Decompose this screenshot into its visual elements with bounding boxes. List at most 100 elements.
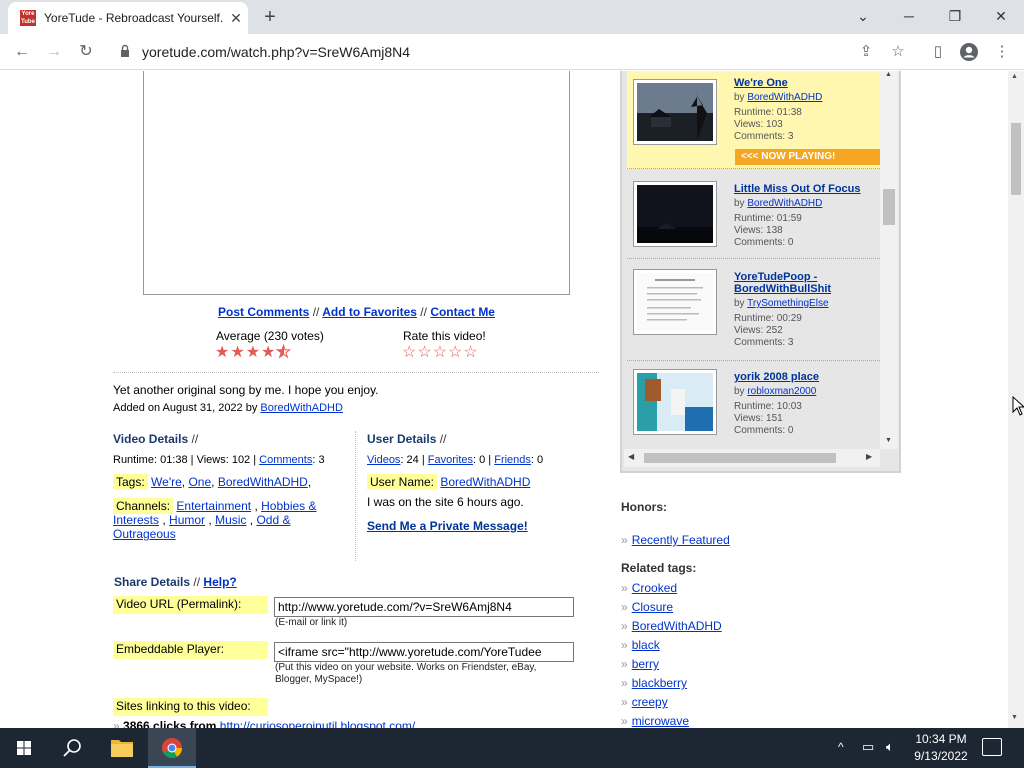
friends-link[interactable]: Friends xyxy=(494,454,531,466)
star-empty-icon[interactable]: ☆ xyxy=(463,344,478,361)
forward-arrow-icon[interactable]: → xyxy=(42,40,66,64)
close-window-button[interactable]: ✕ xyxy=(978,0,1024,32)
start-button[interactable] xyxy=(0,728,48,768)
tab-search-icon[interactable]: ⌄ xyxy=(840,0,886,32)
username-link[interactable]: BoredWithADHD xyxy=(440,475,530,489)
playlist-item[interactable]: We're One by BoredWithADHD Runtime: 01:3… xyxy=(627,71,882,169)
clock-date[interactable]: 9/13/2022 xyxy=(908,749,974,763)
related-tag-link[interactable]: microwave xyxy=(632,714,689,728)
page-scroll-thumb[interactable] xyxy=(1011,123,1021,195)
playlist-horizontal-scrollbar[interactable]: ◀ ▶ xyxy=(624,449,880,467)
star-empty-icon[interactable]: ☆ xyxy=(402,344,417,361)
playlist-title-link[interactable]: Little Miss Out Of Focus xyxy=(734,183,874,195)
site-favicon-icon: Yore Tube xyxy=(20,10,36,26)
embed-player-field[interactable]: <iframe src="http://www.yoretude.com/Yor… xyxy=(274,642,574,662)
related-tag-link[interactable]: black xyxy=(632,638,660,652)
video-thumbnail[interactable] xyxy=(633,79,717,145)
star-empty-icon[interactable]: ☆ xyxy=(417,344,432,361)
tag-link[interactable]: We're xyxy=(151,475,182,489)
channel-link[interactable]: Entertainment xyxy=(176,499,251,513)
playlist-item[interactable]: YoreTudePoop - BoredWithBullShit by TryS… xyxy=(627,261,880,361)
uploader-link[interactable]: BoredWithADHD xyxy=(260,402,343,414)
user-details-heading: User Details // xyxy=(367,432,446,446)
author-link[interactable]: robloxman2000 xyxy=(747,386,816,397)
playlist-scroll-thumb[interactable] xyxy=(883,189,895,225)
minimize-button[interactable]: ─ xyxy=(886,0,932,32)
video-url-field[interactable]: http://www.yoretude.com/?v=SreW6Amj8N4 xyxy=(274,597,574,617)
private-message-link[interactable]: Send Me a Private Message! xyxy=(367,519,528,533)
bullet-icon: » xyxy=(621,714,628,728)
address-bar[interactable]: yoretude.com/watch.php?v=SreW6Amj8N4 xyxy=(108,38,888,66)
author-link[interactable]: TrySomethingElse xyxy=(747,298,828,309)
author-link[interactable]: BoredWithADHD xyxy=(747,92,822,103)
network-icon[interactable]: ▭ xyxy=(862,739,874,755)
playlist-title-link[interactable]: YoreTudePoop - BoredWithBullShit xyxy=(734,271,874,295)
favorites-link[interactable]: Favorites xyxy=(428,454,473,466)
star-empty-icon[interactable]: ☆ xyxy=(433,344,448,361)
new-tab-button[interactable]: + xyxy=(258,5,282,29)
search-button[interactable] xyxy=(48,728,96,768)
file-explorer-button[interactable] xyxy=(98,728,146,768)
playlist-item[interactable]: Little Miss Out Of Focus by BoredWithADH… xyxy=(627,173,880,259)
related-tag-link[interactable]: blackberry xyxy=(632,676,687,690)
menu-kebab-icon[interactable]: ⋮ xyxy=(990,40,1014,64)
video-thumbnail[interactable] xyxy=(633,369,717,435)
video-player[interactable] xyxy=(143,71,570,295)
playlist-hscroll-thumb[interactable] xyxy=(644,453,836,463)
tray-chevron-icon[interactable]: ^ xyxy=(838,740,844,754)
restore-button[interactable]: ❐ xyxy=(932,0,978,32)
scroll-up-icon[interactable]: ▲ xyxy=(885,71,892,78)
share-icon[interactable]: ⇪ xyxy=(854,40,878,64)
bookmark-star-icon[interactable]: ☆ xyxy=(886,40,910,64)
profile-avatar-icon[interactable] xyxy=(957,40,981,64)
channel-link[interactable]: Humor xyxy=(169,513,205,527)
contact-me-link[interactable]: Contact Me xyxy=(430,305,495,319)
playlist-item[interactable]: yorik 2008 place by robloxman2000 Runtim… xyxy=(627,363,880,449)
tab-close-icon[interactable]: ✕ xyxy=(228,10,244,26)
related-tag-link[interactable]: berry xyxy=(632,657,659,671)
star-full-icon: ★ xyxy=(230,344,246,361)
clock-time[interactable]: 10:34 PM xyxy=(908,732,974,746)
scroll-right-icon[interactable]: ▶ xyxy=(866,452,872,461)
browser-tab[interactable]: Yore Tube YoreTude - Rebroadcast Yourself… xyxy=(8,2,248,34)
playlist-title-link[interactable]: We're One xyxy=(734,77,874,89)
related-tag-link[interactable]: Crooked xyxy=(632,581,677,595)
videos-link[interactable]: Videos xyxy=(367,454,400,466)
related-tag-link[interactable]: Closure xyxy=(632,600,673,614)
video-thumbnail[interactable] xyxy=(633,181,717,247)
honor-link[interactable]: Recently Featured xyxy=(632,533,730,547)
comments-link[interactable]: Comments xyxy=(259,454,312,466)
add-favorites-link[interactable]: Add to Favorites xyxy=(322,305,417,319)
url-text[interactable]: yoretude.com/watch.php?v=SreW6Amj8N4 xyxy=(142,44,410,60)
help-link[interactable]: Help? xyxy=(203,575,236,589)
lock-icon[interactable] xyxy=(120,44,130,58)
star-empty-icon[interactable]: ☆ xyxy=(448,344,463,361)
chrome-taskbar-button[interactable] xyxy=(148,728,196,768)
tag-link[interactable]: BoredWithADHD xyxy=(218,475,308,489)
scroll-down-icon[interactable]: ▼ xyxy=(1011,714,1018,721)
site-link[interactable]: http://curiosoperoinutil.blogspot.com/ xyxy=(220,719,415,728)
channel-link[interactable]: Music xyxy=(215,513,246,527)
scroll-down-icon[interactable]: ▼ xyxy=(885,437,892,444)
views-text: Views: 252 xyxy=(734,325,783,336)
scroll-left-icon[interactable]: ◀ xyxy=(628,452,634,461)
tag-link[interactable]: One xyxy=(188,475,211,489)
author-link[interactable]: BoredWithADHD xyxy=(747,198,822,209)
related-tag-link[interactable]: creepy xyxy=(632,695,668,709)
playlist-vertical-scrollbar[interactable]: ▲ ▼ xyxy=(880,71,898,449)
volume-icon[interactable]: 🔈︎ xyxy=(886,739,894,755)
video-thumbnail[interactable] xyxy=(633,269,717,335)
reload-icon[interactable]: ↻ xyxy=(74,40,98,64)
notifications-icon[interactable] xyxy=(982,738,1002,756)
runtime-text: Runtime: 01:59 xyxy=(734,213,802,224)
side-panel-icon[interactable]: ▯ xyxy=(926,40,950,64)
back-arrow-icon[interactable]: ← xyxy=(10,40,34,64)
favorites-count: : 0 | xyxy=(473,454,492,466)
post-comments-link[interactable]: Post Comments xyxy=(218,305,309,319)
channels-label: Channels: xyxy=(113,498,174,514)
scroll-up-icon[interactable]: ▲ xyxy=(1011,73,1018,80)
related-tag-link[interactable]: BoredWithADHD xyxy=(632,619,722,633)
separator: // xyxy=(193,575,201,589)
playlist-title-link[interactable]: yorik 2008 place xyxy=(734,371,874,383)
by-label: by xyxy=(734,198,745,209)
